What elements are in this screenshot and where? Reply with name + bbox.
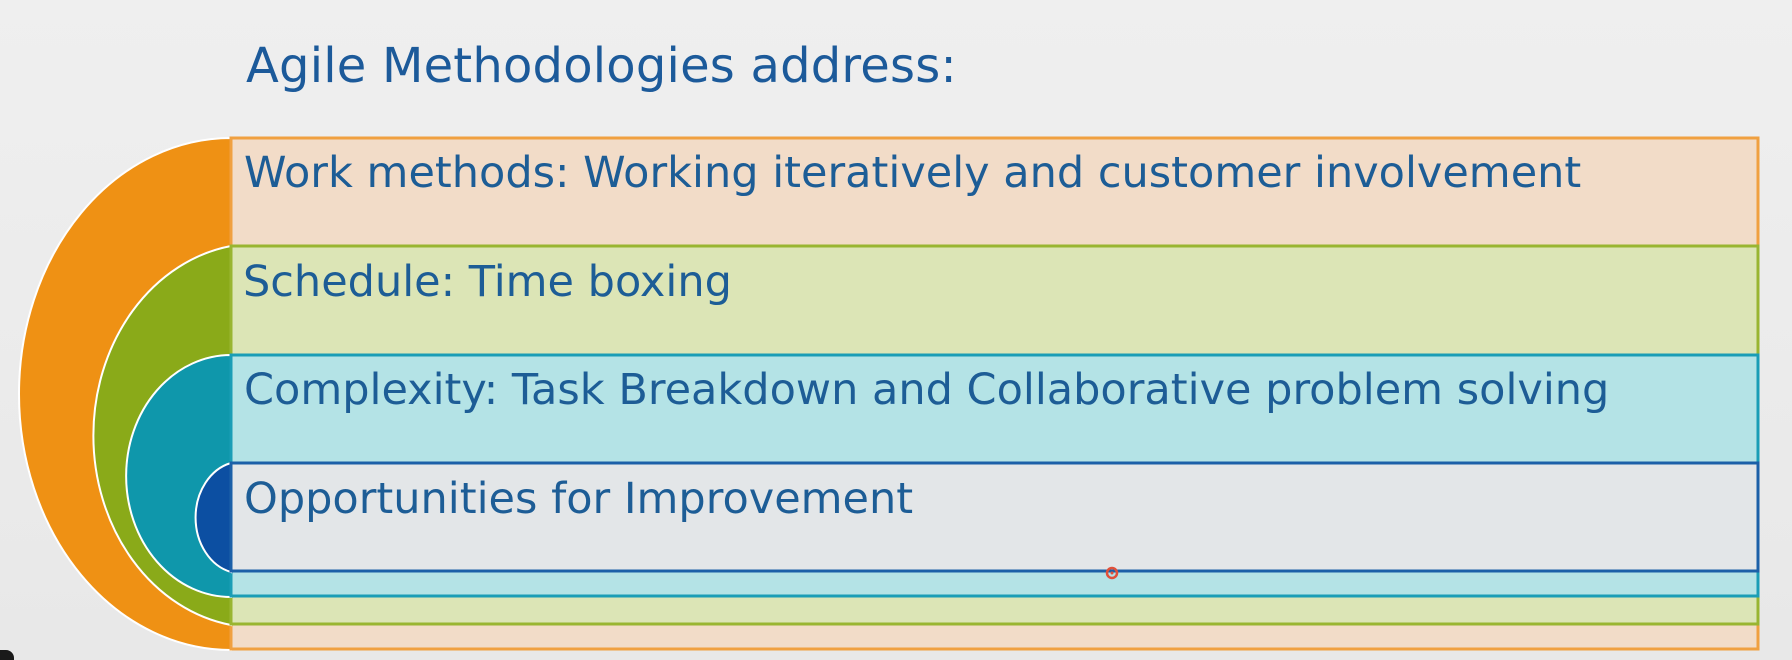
layer-label-work-methods: Work methods: Working iteratively and cu… — [244, 148, 1582, 198]
layer-label-complexity: Complexity: Task Breakdown and Collabora… — [244, 365, 1610, 415]
layer-label-schedule: Schedule: Time boxing — [243, 257, 732, 307]
slide: Agile Methodologies address: Work method… — [0, 0, 1792, 660]
nested-layers-diagram — [18, 136, 1760, 652]
pointer-dot-center — [1110, 571, 1114, 575]
layer-label-opportunities: Opportunities for Improvement — [244, 474, 914, 524]
